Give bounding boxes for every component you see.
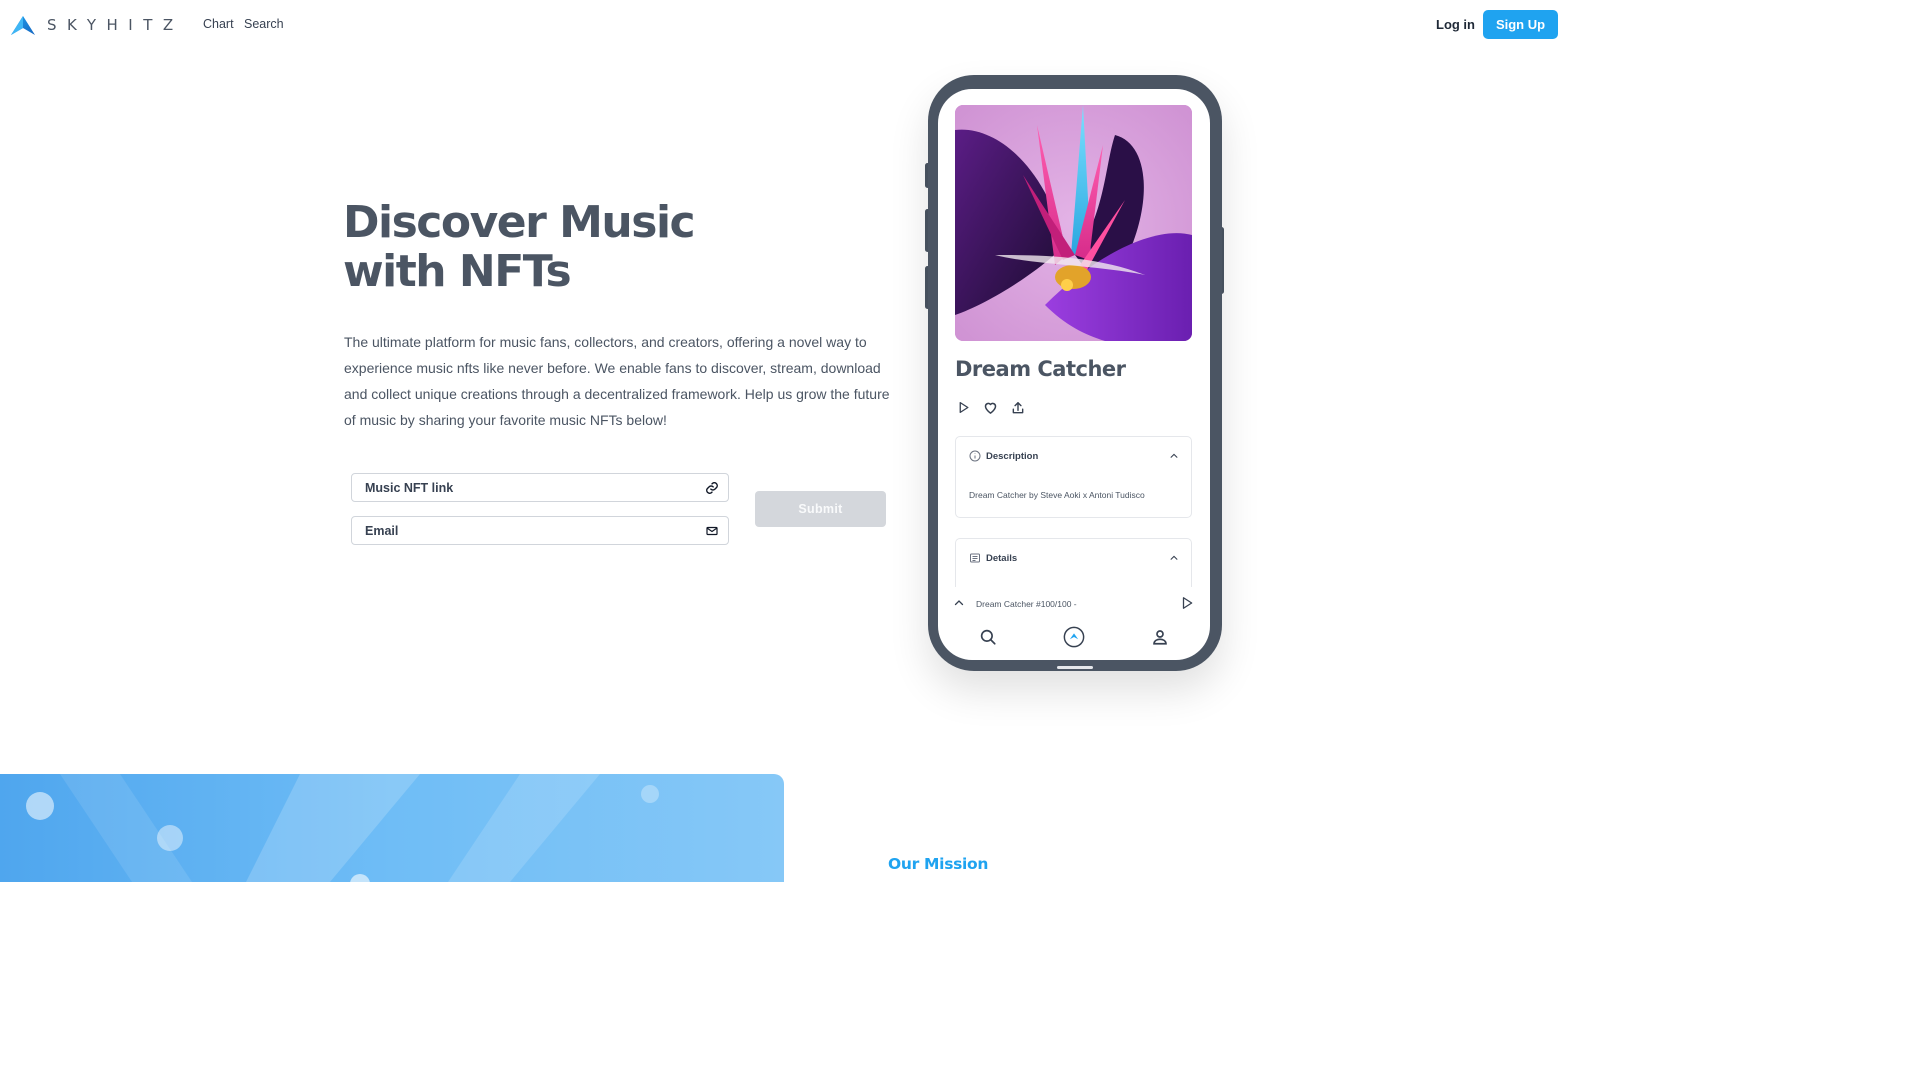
- logo[interactable]: SKYHITZ: [10, 14, 184, 36]
- nft-link-field: [351, 473, 729, 502]
- email-input[interactable]: [352, 517, 705, 544]
- mail-icon: [705, 524, 719, 538]
- details-card-title: Details: [986, 552, 1018, 564]
- mini-player-title: Dream Catcher #100/100 -: [976, 599, 1077, 609]
- hero-title: Discover Music with NFTs: [343, 198, 863, 296]
- description-card-body: Dream Catcher by Steve Aoki x Antoni Tud…: [969, 490, 1145, 500]
- track-title: Dream Catcher: [955, 357, 1126, 381]
- phone-tab-bar: [938, 622, 1210, 660]
- link-icon: [705, 481, 719, 495]
- signup-button[interactable]: Sign Up: [1483, 10, 1558, 39]
- track-artwork: [955, 105, 1192, 341]
- top-nav: SKYHITZ Chart Search Log in Sign Up: [0, 0, 1568, 48]
- skyhitz-logo-icon: [11, 16, 35, 35]
- description-card-title: Description: [986, 450, 1039, 462]
- nav-link-chart[interactable]: Chart: [203, 17, 234, 31]
- mini-player[interactable]: Dream Catcher #100/100 -: [938, 587, 1210, 623]
- track-actions: [955, 399, 1026, 416]
- nft-link-input[interactable]: [352, 474, 705, 501]
- description-card-header[interactable]: Description: [969, 450, 1038, 462]
- hero-title-line-1: Discover Music: [343, 197, 696, 248]
- brand-name: SKYHITZ: [47, 16, 184, 34]
- hero-description: The ultimate platform for music fans, co…: [344, 334, 890, 428]
- nav-link-search[interactable]: Search: [244, 17, 284, 31]
- description-card: Description Dream Catcher by Steve Aoki …: [955, 436, 1192, 518]
- home-indicator: [1057, 666, 1093, 669]
- list-icon: [970, 553, 980, 563]
- share-icon[interactable]: [1009, 399, 1026, 416]
- heart-icon[interactable]: [982, 399, 999, 416]
- chevron-up-icon[interactable]: [1169, 451, 1179, 461]
- search-icon[interactable]: [977, 626, 999, 648]
- mission-title: Our Mission: [888, 855, 989, 873]
- chevron-up-icon[interactable]: [1169, 553, 1179, 563]
- hero-title-line-2: with NFTs: [343, 246, 572, 297]
- login-link[interactable]: Log in: [1436, 17, 1475, 32]
- play-icon[interactable]: [955, 399, 972, 416]
- play-icon[interactable]: [1180, 596, 1194, 610]
- page: SKYHITZ Chart Search Log in Sign Up Disc…: [0, 0, 1568, 882]
- profile-icon[interactable]: [1149, 626, 1171, 648]
- details-card-header[interactable]: Details: [969, 552, 1017, 564]
- submit-button[interactable]: Submit: [755, 491, 886, 527]
- chevron-up-icon[interactable]: [953, 597, 965, 609]
- info-icon: [969, 450, 981, 462]
- mission-image: [0, 774, 784, 882]
- home-logo-icon[interactable]: [1063, 626, 1085, 648]
- phone-screen: Dream Catcher Description Dream Catcher …: [938, 89, 1210, 660]
- email-field: [351, 516, 729, 545]
